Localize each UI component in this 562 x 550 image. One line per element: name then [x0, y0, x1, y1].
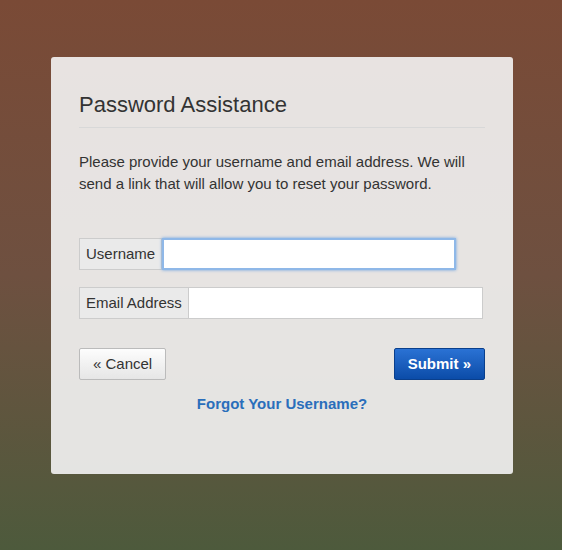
submit-button[interactable]: Submit »	[394, 348, 485, 380]
link-row: Forgot Your Username?	[79, 393, 485, 416]
password-dialog: Password Assistance Please provide your u…	[51, 57, 513, 474]
background-photo: Password Assistance Please provide your u…	[0, 0, 562, 550]
cancel-button[interactable]: « Cancel	[79, 348, 166, 380]
form-field: Username	[79, 238, 456, 270]
field-input[interactable]	[162, 238, 456, 270]
forgot-username-link[interactable]: Forgot Your Username?	[197, 393, 367, 416]
field-input[interactable]	[189, 287, 483, 319]
field-label: Username	[79, 238, 162, 270]
button-row: « Cancel Submit »	[79, 348, 485, 380]
dialog-title: Password Assistance	[79, 91, 485, 128]
form-field: Email Address	[79, 287, 483, 319]
field-label: Email Address	[79, 287, 189, 319]
description: Please provide your username and email a…	[79, 151, 479, 195]
